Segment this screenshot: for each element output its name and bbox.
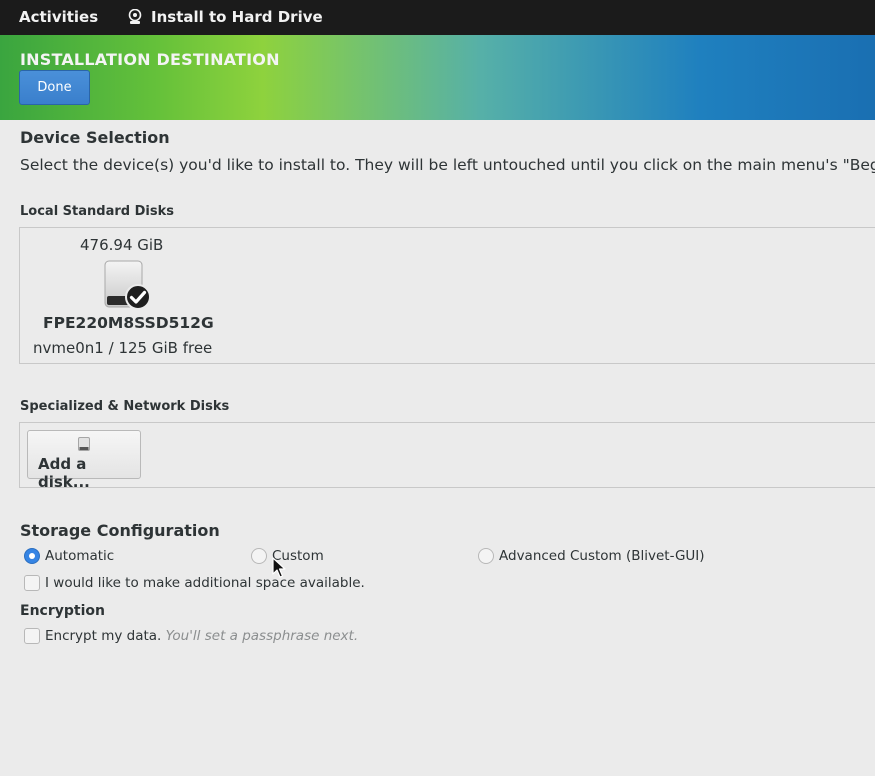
device-selection-description: Select the device(s) you'd like to insta…: [20, 156, 875, 174]
mouse-cursor-icon: [272, 557, 286, 578]
hard-disk-selected-icon[interactable]: [104, 260, 152, 310]
disk-small-icon: [78, 437, 90, 451]
encrypt-label-row[interactable]: Encrypt my data. You'll set a passphrase…: [45, 628, 358, 644]
custom-radio[interactable]: [251, 548, 267, 564]
advanced-custom-radio[interactable]: [478, 548, 494, 564]
disk-free-space: 125 GiB free: [118, 339, 213, 357]
app-title[interactable]: Install to Hard Drive: [151, 8, 323, 26]
add-disk-button[interactable]: Add a disk...: [27, 430, 141, 491]
encryption-title: Encryption: [20, 603, 105, 619]
advanced-custom-label[interactable]: Advanced Custom (Blivet-GUI): [499, 548, 705, 564]
encrypt-hint: You'll set a passphrase next.: [165, 628, 359, 644]
local-disks-title: Local Standard Disks: [20, 204, 174, 219]
additional-space-label[interactable]: I would like to make additional space av…: [45, 575, 365, 591]
spoke-title: INSTALLATION DESTINATION: [20, 50, 280, 69]
top-bar: Activities Install to Hard Drive: [0, 0, 875, 35]
disk-info-separator: /: [108, 339, 114, 357]
network-disks-panel: [19, 422, 875, 488]
activities-button[interactable]: Activities: [19, 8, 98, 26]
automatic-radio[interactable]: [24, 548, 40, 564]
additional-space-checkbox[interactable]: [24, 575, 40, 591]
device-selection-title: Device Selection: [20, 128, 170, 147]
network-disks-title: Specialized & Network Disks: [20, 399, 230, 414]
spoke-header: INSTALLATION DESTINATION Done: [0, 35, 875, 120]
storage-configuration-title: Storage Configuration: [20, 521, 220, 540]
disk-size[interactable]: 476.94 GiB: [80, 236, 163, 254]
disk-model[interactable]: FPE220M8SSD512G: [43, 314, 214, 332]
disk-info[interactable]: nvme0n1 / 125 GiB free: [33, 339, 212, 357]
encrypt-checkbox[interactable]: [24, 628, 40, 644]
automatic-label[interactable]: Automatic: [45, 548, 114, 564]
disk-device-name: nvme0n1: [33, 339, 104, 357]
add-disk-label: Add a disk...: [38, 455, 90, 491]
anaconda-installer-icon: [128, 9, 142, 24]
encrypt-label: Encrypt my data.: [45, 628, 162, 644]
done-button[interactable]: Done: [19, 70, 90, 105]
